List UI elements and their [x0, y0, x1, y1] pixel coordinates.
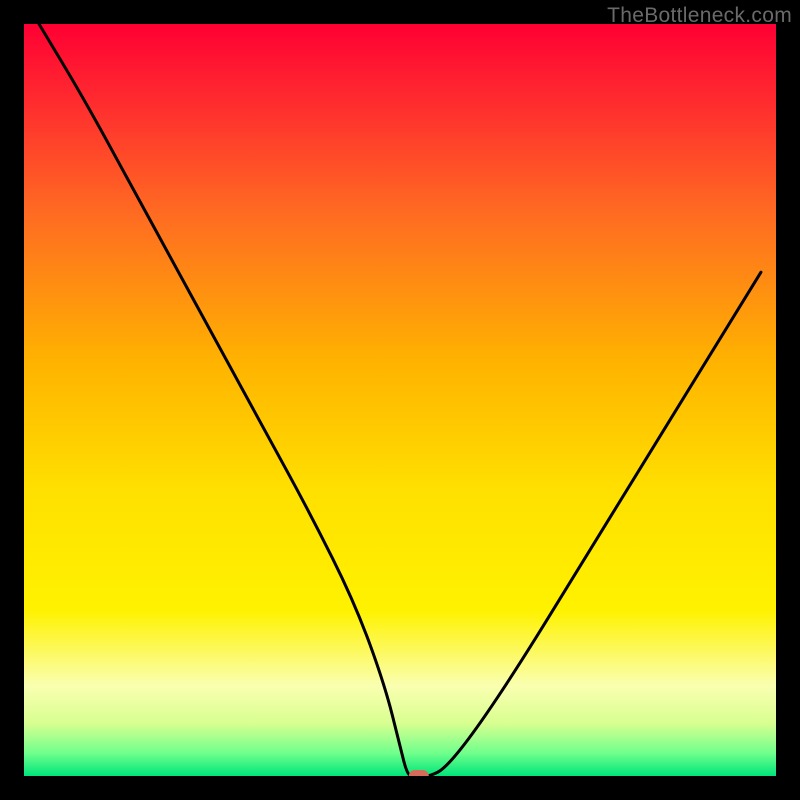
gradient-background	[24, 24, 776, 776]
bottleneck-chart	[24, 24, 776, 776]
plot-area	[24, 24, 776, 776]
chart-container: TheBottleneck.com	[0, 0, 800, 800]
marker-dot	[409, 770, 429, 776]
